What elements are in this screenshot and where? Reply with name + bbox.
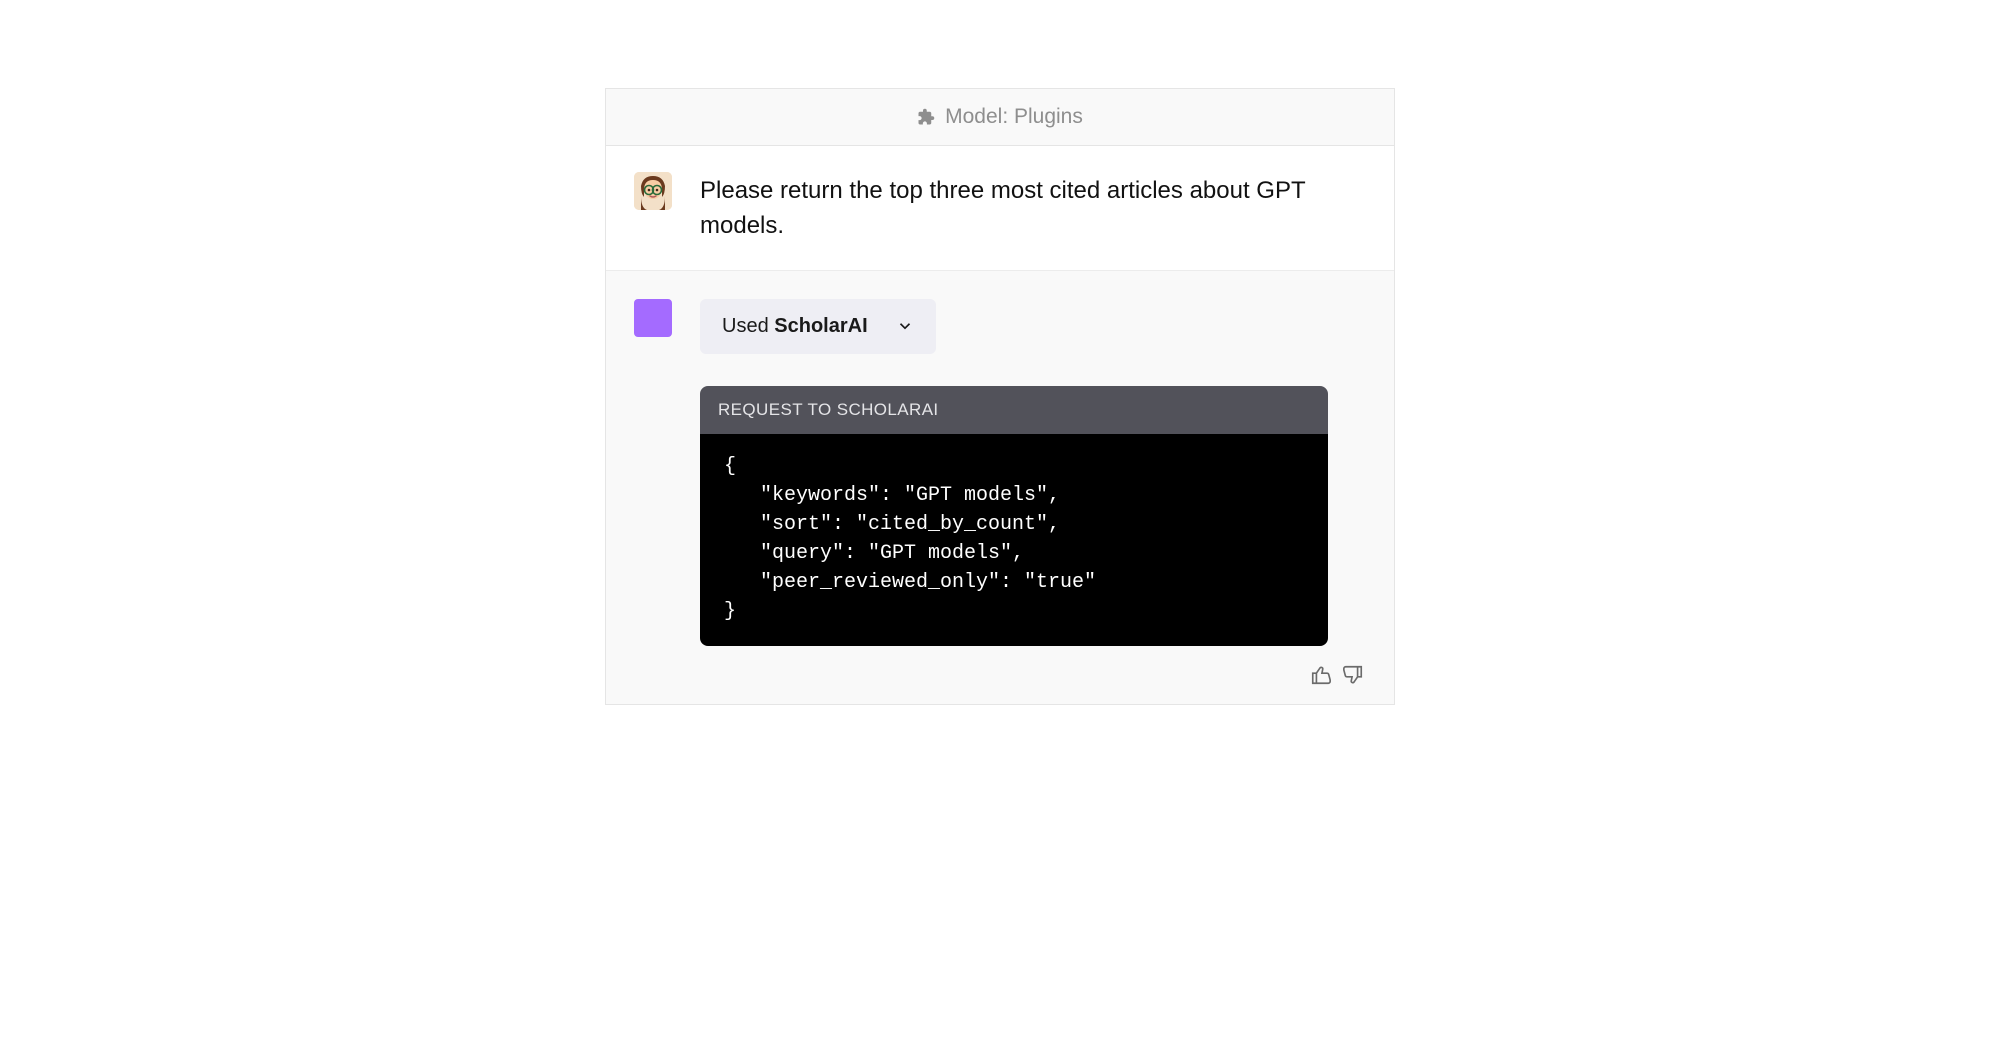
- plugin-used-label: Used: [722, 315, 769, 337]
- assistant-avatar: [634, 299, 672, 337]
- thumbs-down-icon[interactable]: [1342, 664, 1364, 686]
- feedback-controls: [634, 664, 1366, 686]
- thumbs-up-icon[interactable]: [1310, 664, 1332, 686]
- model-bar: Model: Plugins: [606, 89, 1394, 146]
- code-block: REQUEST TO SCHOLARAI { "keywords": "GPT …: [700, 386, 1328, 646]
- code-block-body: { "keywords": "GPT models", "sort": "cit…: [700, 434, 1328, 646]
- model-label: Model: Plugins: [945, 105, 1083, 129]
- user-message-row: Please return the top three most cited a…: [606, 146, 1394, 271]
- user-message-text: Please return the top three most cited a…: [700, 172, 1366, 244]
- code-block-header: REQUEST TO SCHOLARAI: [700, 386, 1328, 434]
- user-avatar: [634, 172, 672, 210]
- chat-panel: Model: Plugins Please return the top thr…: [605, 88, 1395, 705]
- plugin-used-chip[interactable]: Used ScholarAI: [700, 299, 936, 354]
- chevron-down-icon: [896, 317, 914, 335]
- assistant-message-row: Used ScholarAI REQUEST TO SCHOLARAI { "k…: [606, 271, 1394, 704]
- plugin-name: ScholarAI: [774, 315, 867, 337]
- puzzle-icon: [917, 108, 935, 126]
